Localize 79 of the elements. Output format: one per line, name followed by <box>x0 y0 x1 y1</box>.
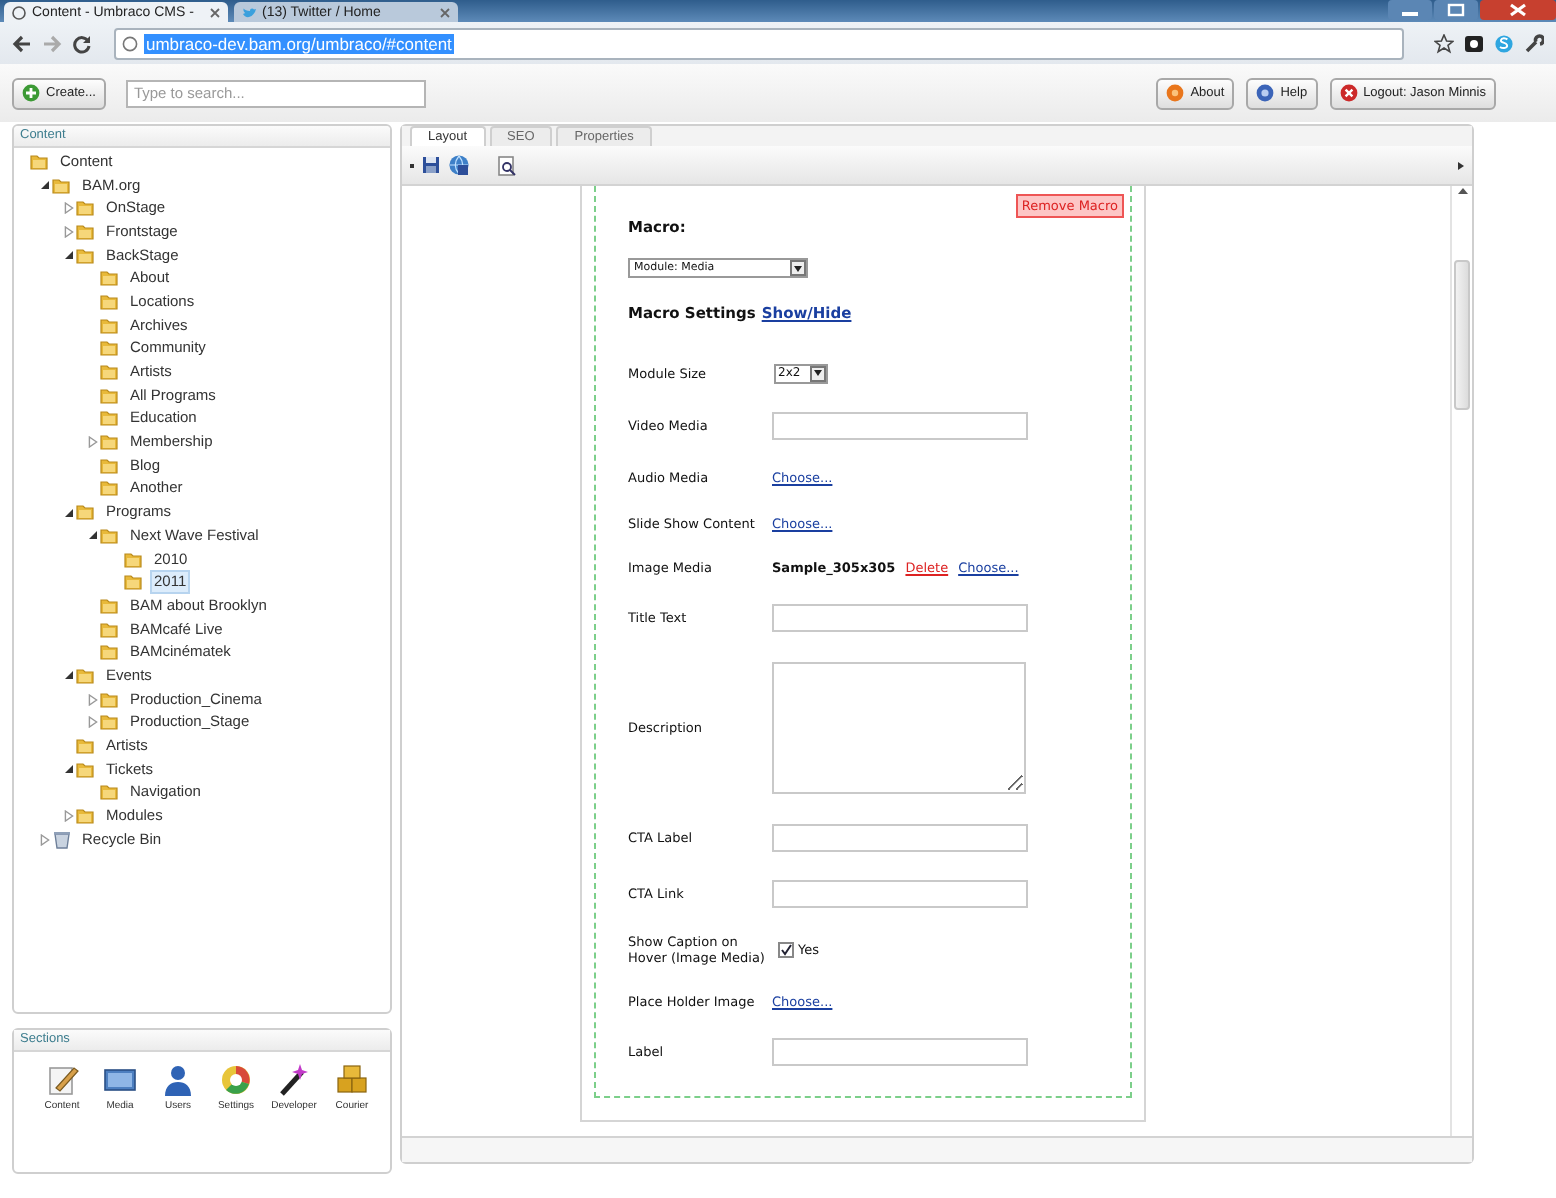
minimize-icon[interactable] <box>1388 0 1432 20</box>
folder-icon <box>100 385 120 406</box>
info-icon <box>1166 84 1185 102</box>
save-icon[interactable] <box>422 156 440 174</box>
folder-icon <box>100 338 120 359</box>
document-pencil-icon <box>44 1062 80 1098</box>
folder-icon <box>124 572 144 593</box>
folder-icon <box>100 291 120 312</box>
folder-icon <box>100 642 120 663</box>
close-icon[interactable] <box>440 7 450 17</box>
input-field[interactable] <box>772 604 1028 632</box>
folder-icon <box>30 151 50 172</box>
folder-icon <box>52 175 72 196</box>
settings-icon[interactable] <box>1524 33 1544 53</box>
preview-icon[interactable] <box>498 155 516 175</box>
folder-icon <box>100 712 120 733</box>
folder-icon <box>100 315 120 336</box>
trash-icon <box>52 829 72 850</box>
help-icon <box>1256 84 1275 102</box>
collapsed-arrow-icon[interactable] <box>63 202 73 215</box>
close-icon[interactable] <box>210 7 220 17</box>
caret-icon <box>814 370 822 376</box>
scroll-thumb[interactable] <box>1454 260 1470 410</box>
folder-icon <box>100 408 120 429</box>
input-field[interactable] <box>772 824 1028 852</box>
star-icon[interactable] <box>1434 33 1454 53</box>
skype-icon[interactable] <box>1494 33 1514 53</box>
cross-circle-icon <box>1339 84 1358 102</box>
folder-icon <box>100 268 120 289</box>
collapsed-arrow-icon[interactable] <box>87 716 97 729</box>
color-wheel-icon <box>218 1062 254 1098</box>
extension-icon[interactable] <box>1464 33 1484 53</box>
collapsed-arrow-icon[interactable] <box>87 693 97 706</box>
expanded-arrow-icon[interactable] <box>39 180 49 191</box>
folder-icon <box>124 549 144 570</box>
folder-icon <box>100 362 120 383</box>
expanded-arrow-icon[interactable] <box>63 250 73 261</box>
expanded-arrow-icon[interactable] <box>63 670 73 681</box>
folder-icon <box>100 689 120 710</box>
boxes-icon <box>334 1062 370 1098</box>
folder-icon <box>100 595 120 616</box>
folder-icon <box>100 478 120 499</box>
folder-icon <box>76 759 96 780</box>
folder-icon <box>100 619 120 640</box>
folder-icon <box>76 665 96 686</box>
folder-icon <box>76 245 96 266</box>
folder-icon <box>76 198 96 219</box>
folder-icon <box>76 502 96 523</box>
page-icon <box>12 5 26 19</box>
page-icon <box>122 35 138 51</box>
input-field[interactable] <box>772 412 1028 440</box>
collapsed-arrow-icon[interactable] <box>39 833 49 846</box>
plus-icon <box>22 84 40 102</box>
collapsed-arrow-icon[interactable] <box>87 436 97 449</box>
folder-icon <box>76 806 96 827</box>
collapsed-arrow-icon[interactable] <box>63 225 73 238</box>
expanded-arrow-icon[interactable] <box>63 507 73 518</box>
folder-icon <box>100 432 120 453</box>
folder-icon <box>76 736 96 757</box>
forward-icon[interactable] <box>42 33 62 53</box>
folder-icon <box>100 455 120 476</box>
input-field[interactable] <box>772 880 1028 908</box>
folder-icon <box>76 221 96 242</box>
expanded-arrow-icon[interactable] <box>63 764 73 775</box>
collapsed-arrow-icon[interactable] <box>63 810 73 823</box>
folder-icon <box>100 782 120 803</box>
input-field[interactable] <box>772 1038 1028 1066</box>
back-icon[interactable] <box>12 33 32 53</box>
reload-icon[interactable] <box>72 33 92 53</box>
maximize-icon[interactable] <box>1434 0 1478 20</box>
expanded-arrow-icon[interactable] <box>87 530 97 541</box>
user-icon <box>160 1062 196 1098</box>
close-icon[interactable] <box>1480 0 1556 20</box>
folder-icon <box>100 525 120 546</box>
menu-arrow-icon[interactable] <box>1458 161 1464 169</box>
globe-icon[interactable] <box>448 154 470 176</box>
caret-icon <box>794 265 802 271</box>
wand-icon <box>276 1062 312 1098</box>
bird-icon <box>242 5 256 19</box>
